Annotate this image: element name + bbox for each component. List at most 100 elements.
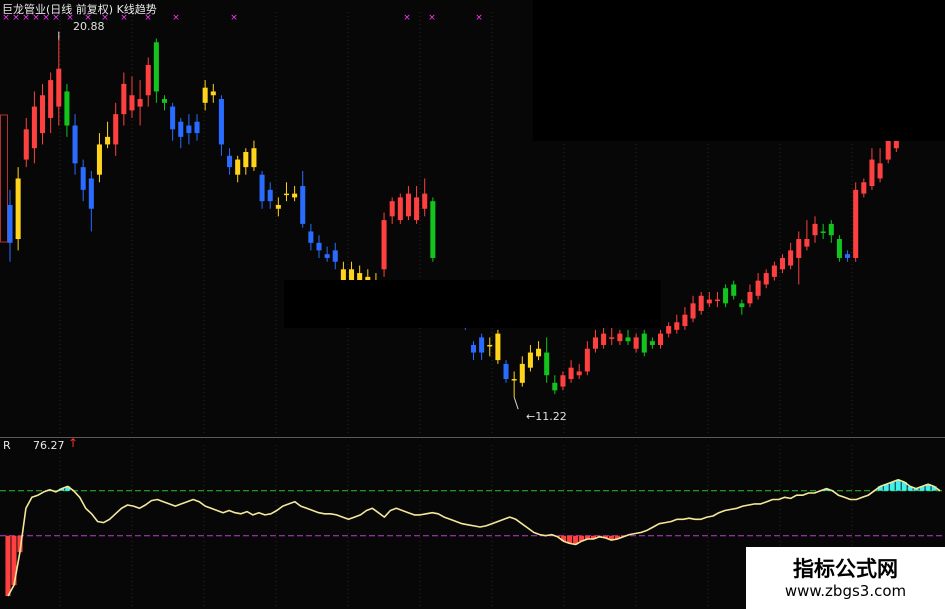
candle-body — [706, 299, 712, 304]
candle-body — [324, 254, 330, 258]
watermark-url: www.zbgs3.com — [784, 582, 907, 600]
candle-body — [31, 106, 37, 149]
candle-body — [641, 333, 647, 353]
candle-body — [422, 193, 428, 209]
candle-body — [332, 250, 338, 262]
candle-body — [15, 178, 21, 240]
price-axis-box — [0, 114, 8, 243]
candle-body — [64, 91, 70, 126]
candle-body — [747, 292, 753, 304]
candle-body — [210, 91, 216, 96]
high-price-label: 20.88 — [73, 20, 105, 33]
candle-body — [560, 375, 566, 387]
candle-body — [405, 193, 411, 217]
candle-body — [690, 303, 696, 319]
candle-body — [121, 83, 127, 115]
candle-body — [113, 114, 119, 145]
candle-body — [592, 337, 598, 349]
candle-body — [666, 326, 672, 334]
candle-body — [48, 80, 54, 118]
candle-body — [739, 303, 745, 308]
candle-body — [869, 159, 875, 187]
candle-body — [755, 280, 761, 296]
candle-body — [552, 382, 558, 391]
indicator-value: 76.27 — [33, 439, 65, 452]
candle-body — [170, 106, 176, 130]
candle-body — [218, 99, 224, 145]
candle-body — [153, 42, 159, 92]
candle-body — [788, 250, 794, 266]
candle-body — [877, 163, 883, 179]
candle-body — [316, 242, 322, 251]
candle-body — [779, 257, 786, 270]
candle-body — [804, 239, 810, 247]
candle-body — [72, 125, 78, 164]
signal-marker-x: × — [172, 13, 180, 23]
candle-body — [503, 363, 509, 380]
indicator-name: R — [3, 439, 11, 452]
candle-body — [283, 193, 289, 196]
candle-body — [137, 99, 143, 107]
candle-body — [682, 314, 688, 327]
candle-body — [389, 201, 395, 217]
candle-body — [658, 333, 664, 345]
candle-body — [845, 254, 851, 258]
chart-title: 巨龙管业(日线 前复权) K线趋势 — [2, 3, 157, 16]
candle-body — [267, 189, 273, 202]
candle-body — [161, 99, 168, 103]
candle-body — [470, 344, 477, 353]
candle-body — [633, 337, 639, 349]
candle-body — [617, 333, 623, 342]
candle-body — [576, 371, 582, 376]
candle-body — [397, 197, 403, 221]
candle-body — [308, 231, 314, 243]
candle-body — [519, 363, 525, 383]
candle-body — [56, 68, 62, 107]
candle-body — [145, 64, 151, 96]
candle-body — [568, 367, 574, 380]
candle-body — [625, 337, 631, 342]
candle-body — [487, 344, 493, 347]
candle-body — [649, 341, 655, 345]
candle-body — [820, 231, 826, 233]
candle-body — [186, 125, 192, 134]
candle-body — [202, 87, 208, 103]
signal-marker-x: × — [428, 13, 436, 23]
candle-body — [292, 193, 298, 198]
candle-body — [430, 201, 436, 258]
candle-body — [259, 174, 265, 202]
candle-body — [178, 121, 184, 137]
candle-body — [731, 284, 737, 296]
candle-body — [836, 239, 842, 258]
candle-body — [7, 204, 13, 243]
candle-body — [601, 333, 607, 345]
signal-marker-x: × — [230, 13, 238, 23]
site-watermark: 指标公式网 www.zbgs3.com — [746, 547, 945, 609]
candle-body — [235, 159, 241, 175]
candle-body — [536, 348, 542, 357]
low-price-label: ←11.22 — [526, 410, 567, 423]
candle-body — [227, 155, 233, 168]
candle-body — [243, 152, 249, 168]
candle-body — [23, 129, 29, 160]
candle-body — [414, 197, 420, 221]
candle-body — [812, 223, 818, 236]
chart-stage: × × × × × × × × × × × × × × × × 巨龙管业(日线 前复权) K线趋势 20.88… — [0, 0, 945, 609]
signal-marker-x: × — [403, 13, 411, 23]
indicator-up-arrow-icon: ↑ — [68, 436, 79, 450]
candle-body — [763, 273, 769, 285]
candle-body — [861, 182, 867, 194]
candle-body — [527, 352, 533, 368]
candle-body — [698, 295, 704, 311]
candle-body — [96, 144, 102, 175]
candle-body — [479, 337, 485, 353]
candle-body — [381, 220, 387, 270]
low-price-leader — [513, 397, 519, 410]
signal-marker-x: × — [475, 13, 483, 23]
candle-body — [80, 167, 86, 190]
candle-body — [88, 178, 94, 209]
candle-body — [714, 299, 720, 302]
candle-body — [584, 348, 590, 372]
candle-body — [609, 337, 615, 339]
redaction-box-top-right — [533, 0, 945, 141]
